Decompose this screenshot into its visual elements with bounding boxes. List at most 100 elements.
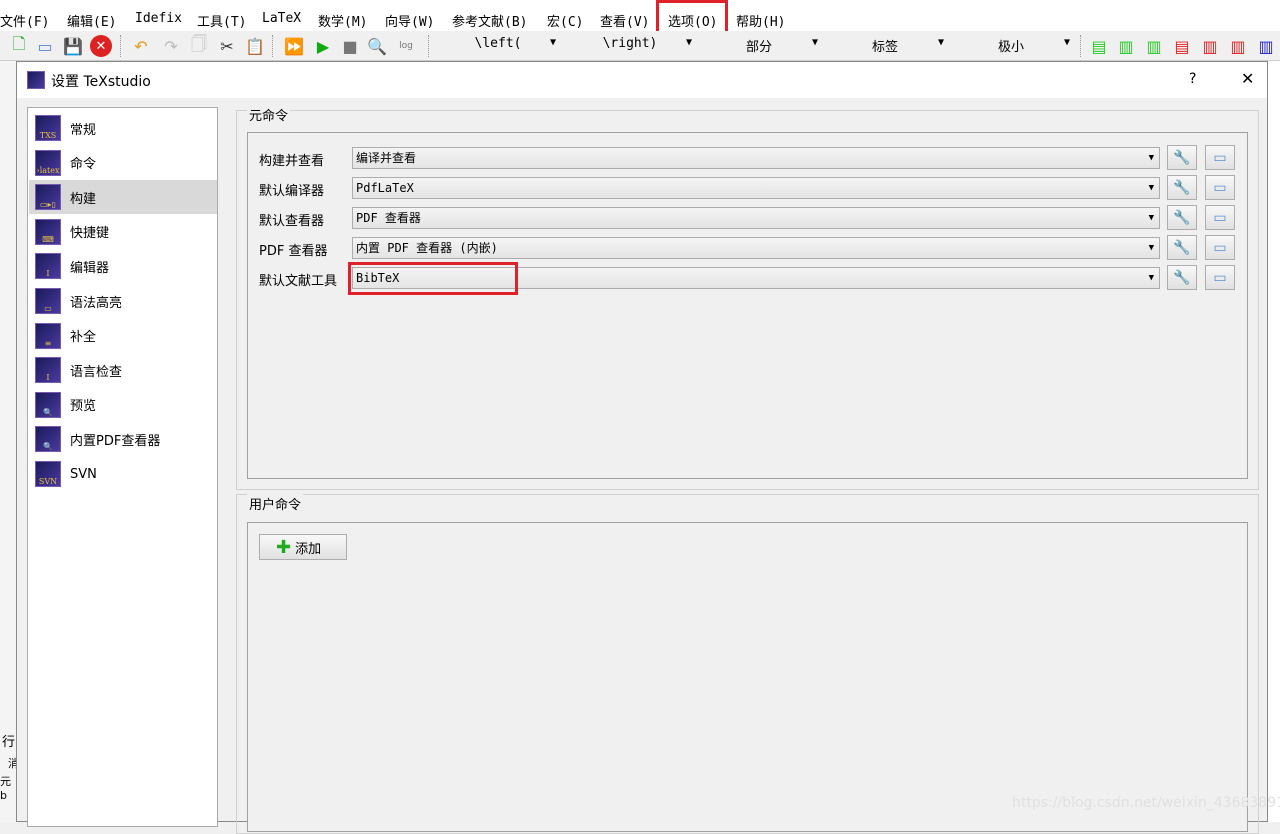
sidebar-item[interactable]: ≡ 补全 xyxy=(29,319,217,353)
log-icon[interactable]: log xyxy=(395,35,417,57)
paste-icon[interactable]: 📋 xyxy=(244,35,266,57)
sidebar-item-label: 编辑器 xyxy=(70,260,110,276)
remove-row-icon[interactable]: ▤ xyxy=(1171,35,1193,57)
command-combobox[interactable]: PdfLaTeX ▼ xyxy=(352,177,1160,199)
background-right-strip xyxy=(1268,61,1280,822)
category-icon: ›latex xyxy=(35,149,61,176)
configure-wrench-button[interactable]: 🔧 xyxy=(1167,265,1197,290)
delete-column-icon[interactable]: ▥ xyxy=(1227,35,1249,57)
highlight-bibtool xyxy=(348,262,518,295)
insert-column-icon[interactable]: ▥ xyxy=(1143,35,1165,57)
align-icon[interactable]: ▥ xyxy=(1255,35,1277,57)
default-button[interactable]: ▭ xyxy=(1205,145,1235,170)
section-combo[interactable]: 部分 ▼ xyxy=(700,36,818,56)
dropdown-arrow-icon: ▼ xyxy=(685,37,692,48)
menu-latex[interactable]: LaTeX xyxy=(262,11,301,26)
sidebar-item[interactable]: 🔍 预览 xyxy=(29,388,217,422)
label-combo[interactable]: 标签 ▼ xyxy=(826,36,944,56)
dropdown-arrow-icon: ▼ xyxy=(1148,183,1154,193)
toolbar-separator xyxy=(428,35,429,57)
print-icon[interactable]: ▭ xyxy=(34,35,56,57)
remove-column-icon[interactable]: ▥ xyxy=(1199,35,1221,57)
default-button[interactable]: ▭ xyxy=(1205,175,1235,200)
sidebar-item[interactable]: ›latex 命令 xyxy=(29,146,217,180)
command-combobox[interactable]: 内置 PDF 查看器 (内嵌) ▼ xyxy=(352,237,1160,259)
menu-file[interactable]: 文件(F) xyxy=(0,11,49,30)
combo-value: PDF 查看器 xyxy=(356,211,421,225)
menu-idefix[interactable]: Idefix xyxy=(135,11,182,26)
default-button[interactable]: ▭ xyxy=(1205,205,1235,230)
menu-tools[interactable]: 工具(T) xyxy=(197,11,246,30)
configure-wrench-button[interactable]: 🔧 xyxy=(1167,175,1197,200)
menu-edit[interactable]: 编辑(E) xyxy=(67,11,116,30)
combo-value: \left( xyxy=(474,36,522,51)
sidebar-item[interactable]: SVN SVN xyxy=(29,457,217,491)
right-delimiter-combo[interactable]: \right) ▼ xyxy=(568,36,692,56)
toolbar-separator xyxy=(1080,35,1081,57)
copy-icon[interactable]: 🗍 xyxy=(188,34,210,57)
menu-wizard[interactable]: 向导(W) xyxy=(385,11,434,30)
configure-wrench-button[interactable]: 🔧 xyxy=(1167,145,1197,170)
build-view-icon[interactable]: ⏩ xyxy=(283,35,305,57)
category-icon: 🔍 xyxy=(35,426,61,453)
category-icon: SVN xyxy=(35,461,61,487)
new-file-icon[interactable]: 🗋 xyxy=(8,34,30,57)
help-button[interactable]: ? xyxy=(1189,71,1196,87)
dropdown-arrow-icon: ▼ xyxy=(937,37,944,48)
default-button[interactable]: ▭ xyxy=(1205,265,1235,290)
row-label: 默认查看器 xyxy=(259,214,325,229)
settings-category-list: TXS 常规 ›latex 命令 ▭▸▯ 构建 ⌨ 快捷键 I 编辑器 ▭ 语法高亮 ≡ 补全 I 语言检查 🔍… xyxy=(27,107,218,827)
settings-dialog: 设置 TeXstudio ? ✕ TXS 常规 ›latex 命令 ▭▸▯ 构建 ⌨ 快捷键 I… xyxy=(16,61,1280,834)
add-row-icon[interactable]: ▤ xyxy=(1088,35,1110,57)
sidebar-item[interactable]: I 编辑器 xyxy=(29,249,217,283)
toolbar: 🗋 ▭ 💾 ✕ ↶ ↷ 🗍 ✂ 📋 ⏩ ▶ ■ 🔍 log \left( ▼ \r… xyxy=(0,31,1280,61)
printer-icon: ▭ xyxy=(1213,149,1227,166)
menu-view[interactable]: 查看(V) xyxy=(600,11,649,30)
save-icon[interactable]: 💾 xyxy=(62,35,84,57)
texstudio-logo-icon xyxy=(27,71,45,89)
view-icon[interactable]: 🔍 xyxy=(366,35,388,57)
size-combo[interactable]: 极小 ▼ xyxy=(952,36,1070,56)
sidebar-item-label: SVN xyxy=(70,466,97,482)
command-combobox[interactable]: 编译并查看 ▼ xyxy=(352,147,1160,169)
sidebar-item[interactable]: 🔍 内置PDF查看器 xyxy=(29,422,217,456)
printer-icon: ▭ xyxy=(1213,269,1227,286)
add-column-icon[interactable]: ▥ xyxy=(1115,35,1137,57)
default-button[interactable]: ▭ xyxy=(1205,235,1235,260)
watermark: https://blog.csdn.net/weixin_43683891 xyxy=(1012,795,1280,811)
background-editor-strip: 行 消 元b xyxy=(0,61,19,822)
menu-help[interactable]: 帮助(H) xyxy=(736,11,785,30)
dropdown-arrow-icon: ▼ xyxy=(549,37,556,48)
category-icon: TXS xyxy=(35,115,61,141)
cut-icon[interactable]: ✂ xyxy=(216,35,238,57)
close-button[interactable]: ✕ xyxy=(1241,69,1254,88)
menu-math[interactable]: 数学(M) xyxy=(318,11,367,30)
configure-wrench-button[interactable]: 🔧 xyxy=(1167,235,1197,260)
left-delimiter-combo[interactable]: \left( ▼ xyxy=(440,36,556,56)
sidebar-item-label: 构建 xyxy=(70,191,97,207)
category-icon: ▭▸▯ xyxy=(35,184,61,211)
close-file-icon[interactable]: ✕ xyxy=(90,35,112,57)
command-combobox[interactable]: PDF 查看器 ▼ xyxy=(352,207,1160,229)
stop-icon[interactable]: ■ xyxy=(339,35,361,57)
sidebar-item[interactable]: ⌨ 快捷键 xyxy=(29,215,217,249)
sidebar-item[interactable]: ▭ 语法高亮 xyxy=(29,284,217,318)
undo-icon[interactable]: ↶ xyxy=(130,35,152,57)
configure-wrench-button[interactable]: 🔧 xyxy=(1167,205,1197,230)
redo-icon[interactable]: ↷ xyxy=(160,35,182,57)
sidebar-item[interactable]: TXS 常规 xyxy=(29,111,217,145)
row-label: 默认文献工具 xyxy=(259,274,338,289)
dialog-title: 设置 TeXstudio xyxy=(51,74,151,90)
dropdown-arrow-icon: ▼ xyxy=(1148,213,1154,223)
printer-icon: ▭ xyxy=(1213,179,1227,196)
menu-macros[interactable]: 宏(C) xyxy=(547,11,583,30)
sidebar-item[interactable]: ▭▸▯ 构建 xyxy=(29,180,217,215)
dropdown-arrow-icon: ▼ xyxy=(1148,153,1154,163)
menu-bibliography[interactable]: 参考文献(B) xyxy=(452,11,527,30)
dropdown-arrow-icon: ▼ xyxy=(1148,273,1154,283)
sidebar-item[interactable]: I 语言检查 xyxy=(29,353,217,387)
compile-icon[interactable]: ▶ xyxy=(312,35,334,57)
category-icon: I xyxy=(35,253,61,280)
category-icon: I xyxy=(35,357,61,384)
add-command-button[interactable]: ✚ 添加 xyxy=(259,534,347,560)
